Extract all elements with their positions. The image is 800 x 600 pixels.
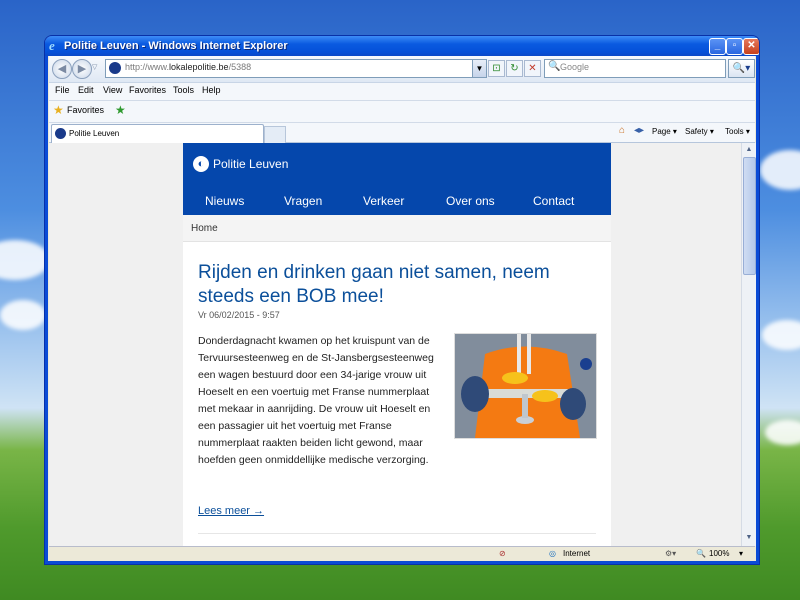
refresh-icon[interactable]: ↻	[506, 60, 523, 77]
feeds-icon[interactable]: ◂▸	[634, 125, 644, 136]
menu-bar: File Edit View Favorites Tools Help	[49, 82, 755, 101]
maximize-button[interactable]: ▫	[726, 38, 743, 55]
url-prefix: http://www.	[125, 62, 170, 72]
title-bar[interactable]: e Politie Leuven - Windows Internet Expl…	[45, 36, 759, 56]
search-provider-icon: 🔍	[548, 61, 561, 72]
breadcrumb: Home	[183, 215, 611, 242]
desktop-cloud	[762, 320, 800, 350]
menu-favorites[interactable]: Favorites	[129, 85, 166, 95]
browser-body: ◀ ▶ ▽ http://www.lokalepolitie.be/5388 ▼…	[49, 56, 756, 561]
web-page: ◐ Politie Leuven Nieuws Vragen Verkeer O…	[183, 143, 611, 546]
status-bar: ⊘ ◎ Internet ⚙▾ 🔍 100% ▾	[49, 546, 755, 561]
new-tab-button[interactable]	[264, 126, 286, 144]
favorites-bar: ★ Favorites ★	[49, 100, 755, 123]
compatibility-view-icon[interactable]: ⊡	[488, 60, 505, 77]
tab-favicon-icon	[55, 128, 66, 139]
nav-verkeer[interactable]: Verkeer	[363, 194, 404, 208]
privacy-icon[interactable]: ⊘	[499, 549, 506, 558]
menu-tools[interactable]: Tools	[173, 85, 194, 95]
stop-icon[interactable]: ✕	[524, 60, 541, 77]
window-title: Politie Leuven - Windows Internet Explor…	[64, 40, 288, 52]
tools-menu[interactable]: Tools ▾	[725, 127, 750, 136]
site-name[interactable]: Politie Leuven	[213, 157, 288, 171]
police-logo-icon[interactable]: ◐	[193, 156, 209, 172]
nav-contact[interactable]: Contact	[533, 194, 574, 208]
scroll-up-icon[interactable]: ▲	[743, 144, 755, 156]
close-button[interactable]: ✕	[743, 38, 759, 55]
vertical-scrollbar[interactable]: ▲ ▼	[741, 143, 756, 546]
scroll-thumb[interactable]	[743, 157, 756, 275]
address-dropdown-icon[interactable]: ▼	[472, 60, 486, 77]
search-placeholder: Google	[560, 62, 590, 72]
tab-label: Politie Leuven	[69, 129, 120, 138]
menu-edit[interactable]: Edit	[78, 85, 94, 95]
page-menu[interactable]: Page ▾	[652, 127, 677, 136]
zoom-level[interactable]: 100%	[709, 549, 729, 558]
browser-window: e Politie Leuven - Windows Internet Expl…	[44, 35, 760, 565]
address-toolbar: ◀ ▶ ▽ http://www.lokalepolitie.be/5388 ▼…	[49, 56, 755, 83]
protected-mode-icon[interactable]: ⚙▾	[665, 549, 676, 558]
article-body: Donderdagnacht kwamen op het kruispunt v…	[198, 335, 434, 466]
ie-logo-icon: e	[49, 38, 55, 53]
search-input[interactable]: 🔍 Google	[544, 59, 726, 78]
menu-view[interactable]: View	[103, 85, 122, 95]
address-bar[interactable]: http://www.lokalepolitie.be/5388 ▼	[105, 59, 487, 78]
article-divider	[198, 533, 596, 534]
zoom-dropdown-icon[interactable]: ▾	[739, 549, 743, 558]
back-button[interactable]: ◀	[52, 59, 72, 79]
desktop-cloud	[0, 300, 46, 330]
read-more-link[interactable]: Lees meer →	[198, 505, 264, 517]
favorites-star-icon[interactable]: ★	[53, 103, 64, 117]
internet-zone-label: Internet	[563, 549, 591, 558]
breadcrumb-home[interactable]: Home	[191, 223, 218, 234]
article-photo	[454, 333, 597, 439]
search-button[interactable]: 🔍▾	[728, 59, 755, 78]
favorites-button[interactable]: Favorites	[67, 105, 104, 115]
minimize-button[interactable]: _	[709, 38, 726, 55]
url-suffix: /5388	[228, 62, 252, 72]
tab-politie-leuven[interactable]: Politie Leuven	[51, 124, 264, 143]
article-date: Vr 06/02/2015 - 9:57	[198, 310, 280, 320]
site-header: ◐ Politie Leuven	[183, 143, 611, 186]
site-nav: Nieuws Vragen Verkeer Over ons Contact	[183, 186, 611, 215]
safety-menu[interactable]: Safety ▾	[685, 127, 714, 136]
nav-over-ons[interactable]: Over ons	[446, 194, 495, 208]
desktop-cloud	[760, 150, 800, 190]
home-icon[interactable]: ⌂	[619, 125, 625, 136]
desktop-cloud	[765, 420, 800, 445]
url-domain: lokalepolitie.be	[169, 62, 229, 72]
tab-bar: Politie Leuven ⌂ ◂▸ Page ▾ Safety ▾ Tool…	[49, 122, 755, 144]
zoom-icon[interactable]: 🔍	[696, 549, 706, 558]
page-viewport: ◐ Politie Leuven Nieuws Vragen Verkeer O…	[49, 143, 741, 546]
menu-help[interactable]: Help	[202, 85, 221, 95]
add-favorite-icon[interactable]: ★	[115, 103, 126, 117]
desktop-cloud	[0, 240, 50, 280]
scroll-down-icon[interactable]: ▼	[743, 532, 755, 544]
history-dropdown-icon[interactable]: ▽	[92, 63, 97, 71]
menu-file[interactable]: File	[55, 85, 70, 95]
site-favicon-icon	[109, 62, 121, 74]
nav-vragen[interactable]: Vragen	[284, 194, 322, 208]
nav-nieuws[interactable]: Nieuws	[205, 194, 244, 208]
internet-zone-icon: ◎	[549, 549, 556, 558]
article-title[interactable]: Rijden en drinken gaan niet samen, neem …	[198, 261, 598, 309]
forward-button[interactable]: ▶	[72, 59, 92, 79]
